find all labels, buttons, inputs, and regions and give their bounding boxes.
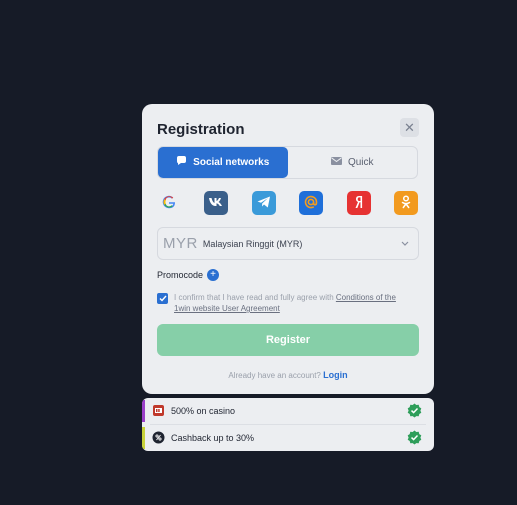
chat-bubble-icon [176, 156, 187, 169]
telegram-login-button[interactable] [252, 191, 276, 215]
yandex-icon [354, 195, 364, 212]
cashback-icon [152, 431, 165, 444]
mailru-login-button[interactable] [299, 191, 323, 215]
bonus-text: Cashback up to 30% [171, 433, 255, 443]
registration-modal: Registration ✕ Social networks Quick MYR… [142, 104, 434, 394]
vk-login-button[interactable] [204, 191, 228, 215]
social-login-buttons [157, 191, 419, 215]
bonus-item-casino: 500% on casino [142, 398, 434, 424]
close-button[interactable]: ✕ [400, 118, 419, 137]
login-link[interactable]: Login [323, 370, 348, 380]
yandex-login-button[interactable] [347, 191, 371, 215]
google-login-button[interactable] [157, 191, 181, 215]
check-badge-icon [407, 403, 422, 418]
envelope-icon [330, 157, 342, 168]
tab-social-networks[interactable]: Social networks [158, 147, 288, 178]
registration-tabs: Social networks Quick [157, 146, 418, 179]
casino-icon [152, 404, 165, 417]
google-icon [162, 195, 176, 212]
register-button[interactable]: Register [157, 324, 419, 356]
telegram-icon [257, 196, 271, 211]
tab-label: Social networks [193, 157, 270, 168]
bonus-accent-bar [142, 427, 145, 449]
bonus-list: 500% on casino Cashback up to 30% [142, 398, 434, 451]
bonus-item-cashback: Cashback up to 30% [142, 425, 434, 451]
ok-icon [401, 194, 411, 212]
agreement-text: I confirm that I have read and fully agr… [174, 292, 414, 314]
chevron-down-icon [401, 238, 409, 248]
bonus-accent-bar [142, 400, 145, 422]
promocode-toggle[interactable]: Promocode + [157, 269, 220, 281]
login-row: Already have an account? Login [142, 370, 434, 380]
tab-quick[interactable]: Quick [288, 147, 418, 178]
currency-code: MYR [163, 235, 198, 252]
currency-name: Malaysian Ringgit (MYR) [202, 238, 303, 249]
ok-login-button[interactable] [394, 191, 418, 215]
agreement-checkbox[interactable] [157, 293, 168, 304]
close-icon: ✕ [404, 119, 415, 135]
login-prompt: Already have an account? [228, 371, 321, 380]
mailru-icon [304, 195, 318, 212]
agreement-sentence: I confirm that I have read and fully agr… [174, 293, 336, 302]
check-badge-icon [407, 430, 422, 445]
modal-title: Registration [157, 121, 245, 138]
bonus-text: 500% on casino [171, 406, 236, 416]
checkmark-icon [159, 295, 167, 302]
promocode-label: Promocode [157, 270, 204, 280]
plus-icon: + [207, 269, 220, 281]
tab-label: Quick [347, 157, 374, 168]
vk-icon [209, 197, 223, 209]
currency-select[interactable]: MYR Malaysian Ringgit (MYR) [157, 227, 419, 260]
